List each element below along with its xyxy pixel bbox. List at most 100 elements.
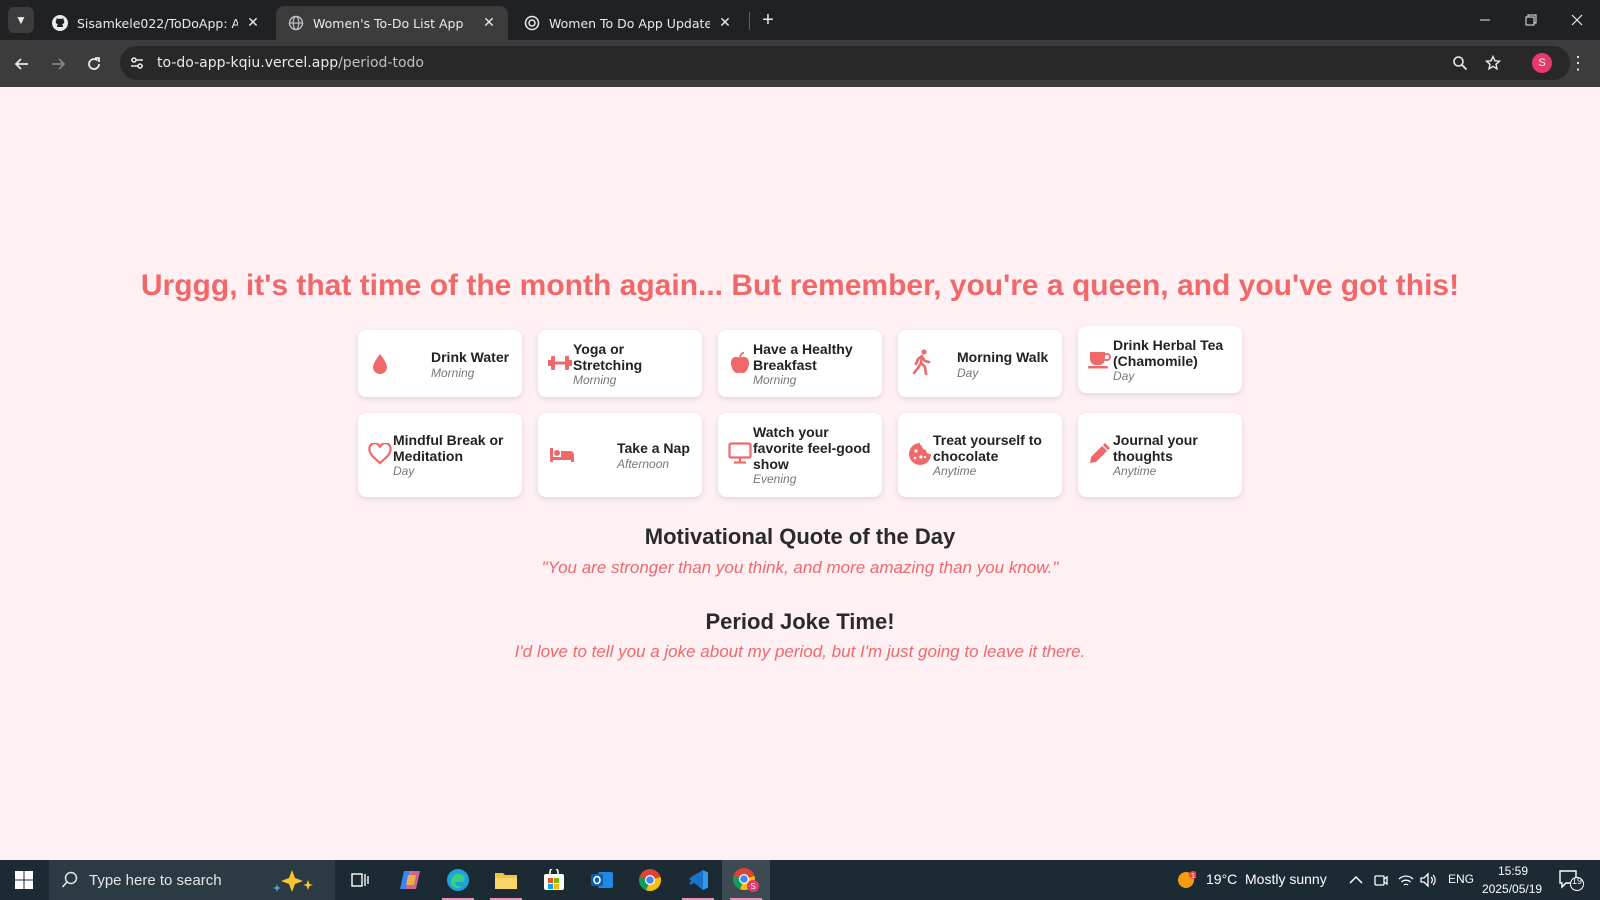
- task-time: Morning: [431, 366, 475, 380]
- clock-date[interactable]: 2025/05/19: [1482, 882, 1542, 896]
- window-close-button[interactable]: [1554, 0, 1600, 40]
- openai-icon: [524, 15, 540, 31]
- url-text: to-do-app-kqiu.vercel.app/period-todo: [157, 55, 424, 71]
- speaker-icon[interactable]: [1418, 870, 1438, 890]
- tab-app-update[interactable]: Women To Do App Update ✕: [512, 6, 744, 40]
- apple-icon: [728, 351, 752, 375]
- svg-text:1: 1: [1191, 873, 1195, 880]
- url-path: /period-todo: [338, 55, 424, 71]
- task-title: Morning Walk: [957, 349, 1049, 365]
- clock-time[interactable]: 15:59: [1498, 864, 1528, 878]
- chevron-up-icon[interactable]: [1346, 870, 1366, 890]
- meet-camera-icon[interactable]: [1371, 870, 1391, 890]
- close-icon: [1571, 14, 1583, 26]
- folder-icon: [495, 873, 517, 889]
- close-icon[interactable]: ✕: [480, 14, 498, 32]
- cookie-icon: [908, 442, 932, 466]
- tab-search-button[interactable]: ▼: [8, 7, 34, 33]
- file-explorer-app[interactable]: [482, 860, 530, 900]
- tab-title: Women To Do App Update: [549, 15, 710, 31]
- chrome-profile-app[interactable]: S: [722, 860, 770, 900]
- task-time: Anytime: [933, 464, 977, 478]
- task-title: Mindful Break or Meditation: [393, 432, 504, 464]
- task-card[interactable]: Take a Nap Afternoon: [538, 413, 702, 497]
- edge-app[interactable]: [434, 860, 482, 900]
- weather-text[interactable]: Mostly sunny: [1245, 871, 1327, 887]
- minimize-button[interactable]: [1462, 0, 1508, 40]
- plus-icon: +: [762, 8, 774, 31]
- task-title: Watch your favorite feel-good show: [753, 424, 871, 472]
- tab-strip: ▼ Sisamkele022/ToDoApp: A simp ✕ Women's…: [0, 0, 1600, 40]
- restore-icon: [1525, 14, 1537, 26]
- task-card[interactable]: Morning Walk Day: [898, 330, 1062, 397]
- profile-avatar[interactable]: S: [1532, 53, 1552, 73]
- task-card[interactable]: Drink Water Morning: [358, 330, 522, 397]
- task-time: Day: [1113, 369, 1135, 383]
- new-tab-button[interactable]: +: [756, 8, 780, 32]
- tab-womens-todo[interactable]: Women's To-Do List App ✕: [276, 6, 508, 40]
- task-view-button[interactable]: [336, 860, 384, 900]
- tab-github[interactable]: Sisamkele022/ToDoApp: A simp ✕: [40, 6, 272, 40]
- chrome-icon: [639, 869, 661, 892]
- github-icon: [52, 15, 68, 31]
- edge-icon: [447, 869, 469, 891]
- close-icon[interactable]: ✕: [244, 14, 262, 32]
- task-time: Afternoon: [617, 457, 670, 471]
- task-view-icon: [351, 873, 369, 887]
- tv-icon: [728, 441, 752, 465]
- zoom-icon[interactable]: [1450, 53, 1470, 73]
- language-indicator[interactable]: ENG: [1448, 872, 1474, 886]
- task-title: Treat yourself to chocolate: [933, 432, 1042, 464]
- copilot-icon: [400, 871, 420, 889]
- address-bar[interactable]: to-do-app-kqiu.vercel.app/period-todo: [120, 46, 1570, 80]
- pencil-icon: [1088, 441, 1112, 465]
- start-button[interactable]: [0, 860, 48, 900]
- tab-title: Sisamkele022/ToDoApp: A simp: [77, 15, 238, 31]
- copilot-sparkle-icon: [264, 868, 324, 899]
- chrome-profile-icon: S: [733, 868, 759, 892]
- task-card[interactable]: Treat yourself to chocolate Anytime: [898, 413, 1062, 497]
- chevron-down-icon: ▼: [15, 13, 27, 27]
- task-time: Evening: [753, 472, 797, 486]
- site-info-icon[interactable]: [126, 52, 148, 74]
- back-button[interactable]: [8, 50, 36, 78]
- task-title: Drink Water: [431, 349, 510, 365]
- close-icon[interactable]: ✕: [716, 14, 734, 32]
- microsoft-store-app[interactable]: [530, 860, 578, 900]
- bed-icon: [550, 443, 574, 467]
- task-time: Day: [393, 464, 415, 478]
- tab-title: Women's To-Do List App: [313, 15, 464, 31]
- task-time: Morning: [753, 373, 797, 387]
- task-time: Anytime: [1113, 464, 1157, 478]
- copilot-app[interactable]: [386, 860, 434, 900]
- reload-icon: [88, 57, 100, 70]
- reload-button[interactable]: [80, 50, 108, 78]
- notification-count: 19: [1572, 876, 1583, 886]
- minimize-icon: [1480, 19, 1490, 21]
- joke-heading: Period Joke Time!: [705, 609, 895, 634]
- task-card[interactable]: Watch your favorite feel-good show Eveni…: [718, 413, 882, 497]
- vscode-app[interactable]: [674, 860, 722, 900]
- bookmark-star-icon[interactable]: [1483, 53, 1503, 73]
- outlook-app[interactable]: [578, 860, 626, 900]
- tab-separator: [749, 12, 750, 30]
- weather-temp[interactable]: 19°C: [1206, 871, 1237, 887]
- outlook-icon: [591, 872, 613, 888]
- wifi-icon[interactable]: [1396, 870, 1416, 890]
- task-card[interactable]: Mindful Break or Meditation Day: [358, 413, 522, 497]
- restore-button[interactable]: [1508, 0, 1554, 40]
- chrome-app[interactable]: [626, 860, 674, 900]
- task-card[interactable]: Have a Healthy Breakfast Morning: [718, 330, 882, 397]
- task-card[interactable]: Yoga or Stretching Morning: [538, 330, 702, 397]
- task-card[interactable]: Journal your thoughts Anytime: [1078, 413, 1242, 497]
- arrow-left-icon: [14, 58, 28, 70]
- forward-button[interactable]: [44, 50, 72, 78]
- taskbar-search[interactable]: Type here to search: [49, 860, 335, 900]
- browser-menu-icon[interactable]: ⋮: [1568, 50, 1588, 76]
- page-headline: Urggg, it's that time of the month again…: [140, 269, 1460, 302]
- weather-sun-icon[interactable]: 1: [1176, 870, 1196, 890]
- quote-text: "You are stronger than you think, and mo…: [541, 558, 1059, 577]
- task-card[interactable]: Drink Herbal Tea (Chamomile) Day: [1078, 326, 1242, 393]
- svg-text:S: S: [750, 882, 755, 891]
- task-title: Yoga or Stretching: [573, 341, 643, 373]
